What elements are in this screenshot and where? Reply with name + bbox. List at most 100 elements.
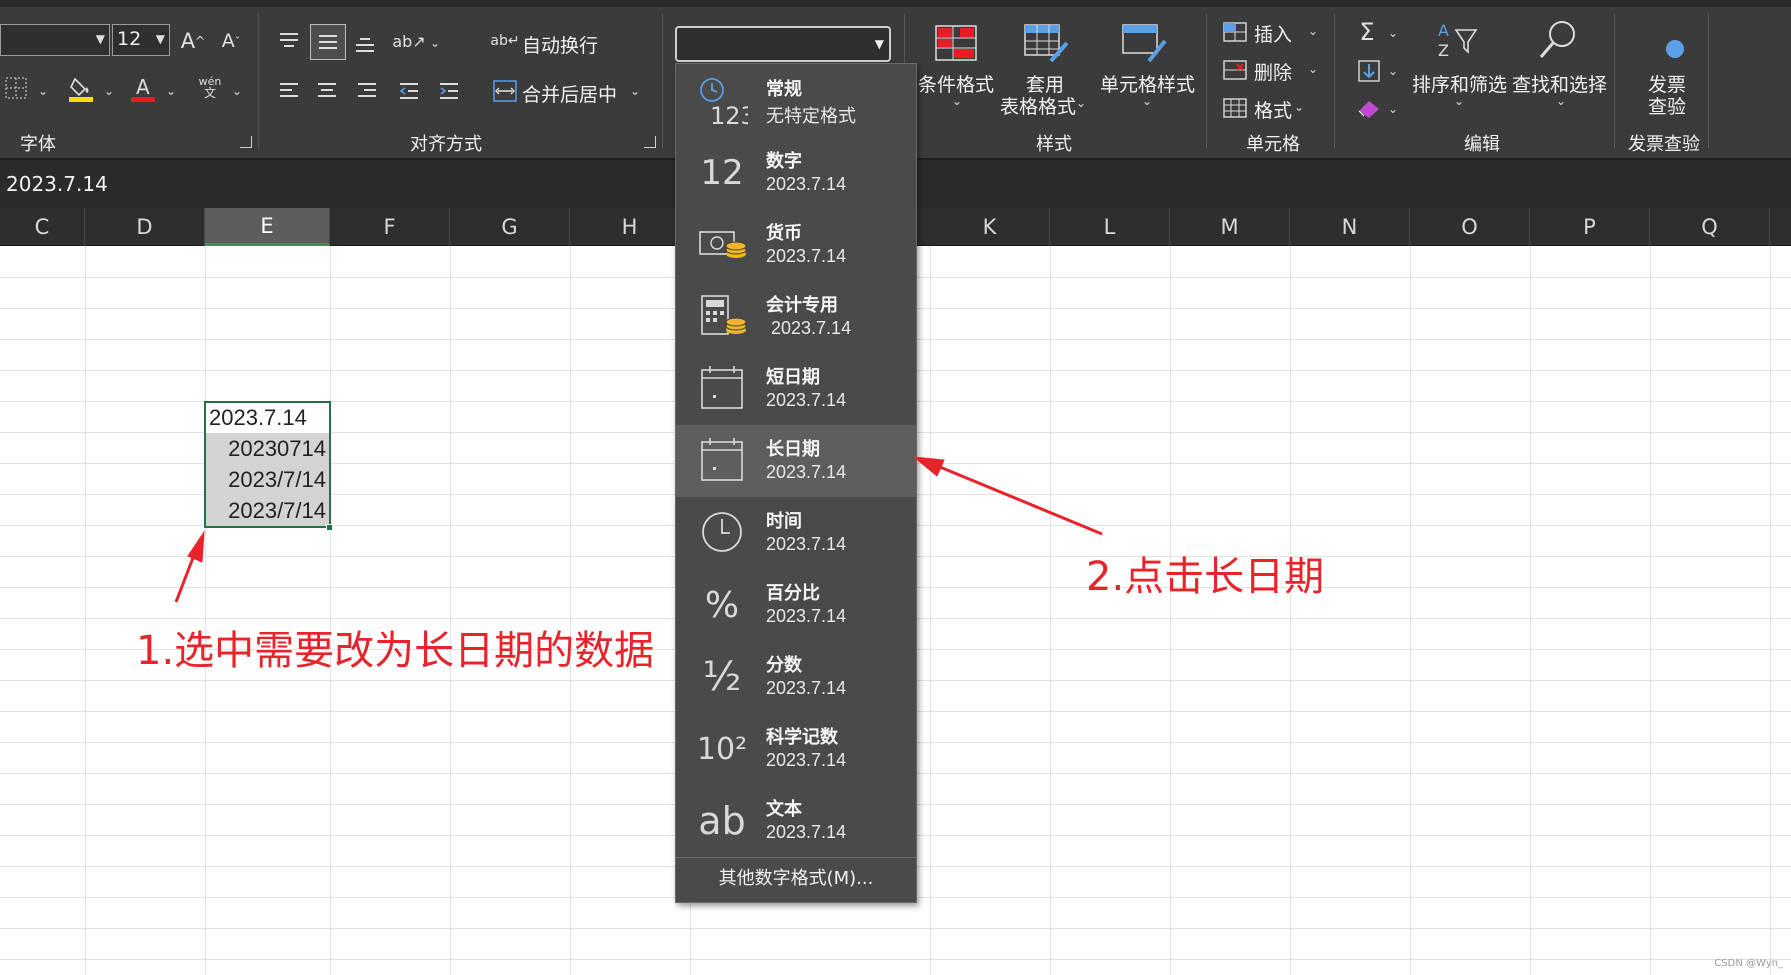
format-item-name: 会计专用	[766, 295, 838, 316]
align-middle-icon[interactable]	[310, 24, 346, 60]
chevron-down-icon: ▼	[874, 37, 884, 51]
delete-cells-icon[interactable]	[1222, 58, 1248, 82]
column-header[interactable]: K	[930, 208, 1050, 246]
insert-label[interactable]: 插入	[1254, 20, 1292, 47]
format-as-table-label-2[interactable]: 表格格式	[1000, 92, 1076, 119]
chevron-down-icon[interactable]: ⌄	[1388, 102, 1398, 116]
chevron-down-icon[interactable]: ⌄	[38, 84, 48, 98]
clear-icon[interactable]	[1356, 96, 1382, 122]
column-header[interactable]: O	[1410, 208, 1530, 246]
format-item-scientific[interactable]: 10² 科学记数 2023.7.14	[676, 713, 916, 785]
format-item-number[interactable]: 12 数字 2023.7.14	[676, 137, 916, 209]
format-item-short-date[interactable]: 短日期 2023.7.14	[676, 353, 916, 425]
chevron-down-icon[interactable]: ⌄	[1388, 64, 1398, 78]
format-label[interactable]: 格式	[1254, 96, 1292, 123]
chevron-down-icon[interactable]: ⌄	[1454, 94, 1464, 108]
increase-indent-icon[interactable]	[436, 78, 462, 104]
find-select-icon[interactable]	[1536, 18, 1580, 62]
sort-filter-label[interactable]: 排序和筛选	[1412, 70, 1507, 97]
borders-icon[interactable]	[4, 76, 28, 100]
grow-font-icon[interactable]: A ^	[178, 26, 208, 56]
chevron-down-icon[interactable]: ⌄	[1556, 94, 1566, 108]
more-number-formats-item[interactable]: 其他数字格式(M)...	[676, 864, 916, 890]
format-item-time[interactable]: 时间 2023.7.14	[676, 497, 916, 569]
align-bottom-icon[interactable]	[352, 30, 378, 56]
alignment-dialog-launcher-icon[interactable]	[644, 136, 656, 148]
column-header[interactable]: N	[1290, 208, 1410, 246]
fill-down-icon[interactable]	[1356, 58, 1382, 84]
invoice-check-label-2[interactable]: 查验	[1648, 92, 1686, 119]
insert-cells-icon[interactable]	[1222, 20, 1248, 44]
chevron-down-icon[interactable]: ⌄	[430, 36, 440, 50]
font-size-dropdown[interactable]: 12 ▼	[112, 24, 170, 56]
find-select-label[interactable]: 查找和选择	[1512, 70, 1607, 97]
number-format-combobox[interactable]: ▼	[675, 26, 891, 62]
chevron-down-icon[interactable]: ⌄	[1076, 96, 1086, 110]
chevron-down-icon[interactable]: ⌄	[232, 84, 242, 98]
align-right-icon[interactable]	[354, 78, 380, 104]
chevron-down-icon[interactable]: ⌄	[1388, 26, 1398, 40]
divider	[1206, 14, 1207, 148]
chevron-down-icon[interactable]: ⌄	[1308, 62, 1318, 76]
format-item-fraction[interactable]: ½ 分数 2023.7.14	[676, 641, 916, 713]
column-header[interactable]: F	[330, 208, 450, 246]
align-left-icon[interactable]	[276, 78, 302, 104]
chevron-down-icon[interactable]: ⌄	[104, 84, 114, 98]
number-icon: 12	[700, 153, 744, 193]
conditional-format-icon[interactable]	[932, 22, 980, 64]
cell-styles-label[interactable]: 单元格样式	[1100, 70, 1195, 97]
orientation-icon[interactable]: ab↗	[392, 26, 425, 56]
format-item-accounting[interactable]: 会计专用 2023.7.14	[676, 281, 916, 353]
menu-divider	[676, 857, 916, 858]
format-as-table-icon[interactable]	[1022, 22, 1070, 64]
gridline	[330, 246, 331, 975]
group-label-invoice: 发票查验	[1628, 134, 1700, 155]
column-header[interactable]: G	[450, 208, 570, 246]
column-header-active[interactable]: E	[205, 208, 330, 246]
column-header[interactable]: C	[0, 208, 85, 246]
fill-handle[interactable]	[326, 524, 333, 531]
column-header[interactable]: Q	[1650, 208, 1770, 246]
delete-label[interactable]: 删除	[1254, 58, 1292, 85]
format-item-long-date[interactable]: 长日期 2023.7.14	[676, 425, 916, 497]
font-color-icon[interactable]: A	[130, 74, 158, 104]
wrap-text-label[interactable]: 自动换行	[522, 31, 598, 58]
fill-color-icon[interactable]	[68, 74, 96, 104]
chevron-down-icon[interactable]: ⌄	[166, 84, 176, 98]
format-item-currency[interactable]: 货币 2023.7.14	[676, 209, 916, 281]
chevron-down-icon[interactable]: ⌄	[1142, 94, 1152, 108]
autosum-icon[interactable]: Σ	[1354, 18, 1380, 46]
chevron-down-icon[interactable]: ⌄	[630, 84, 640, 98]
merge-center-icon[interactable]	[492, 78, 518, 104]
gridline	[570, 246, 571, 975]
format-item-sample: 2023.7.14	[766, 750, 847, 770]
cell-styles-icon[interactable]	[1120, 22, 1168, 64]
chevron-down-icon[interactable]: ⌄	[952, 94, 962, 108]
align-center-icon[interactable]	[314, 78, 340, 104]
font-name-dropdown[interactable]: ▼	[0, 24, 110, 56]
column-header[interactable]: M	[1170, 208, 1290, 246]
shrink-font-icon[interactable]: Aˇ	[216, 26, 246, 56]
column-header[interactable]: D	[85, 208, 205, 246]
chevron-down-icon[interactable]: ⌄	[1308, 24, 1318, 38]
formula-bar-value[interactable]: 2023.7.14	[6, 172, 108, 196]
sort-filter-icon[interactable]: AZ	[1436, 18, 1480, 62]
font-dialog-launcher-icon[interactable]	[240, 136, 252, 148]
format-item-general[interactable]: 123 常规 无特定格式	[676, 65, 916, 137]
merge-center-label[interactable]: 合并后居中	[522, 80, 617, 107]
column-header[interactable]: P	[1530, 208, 1650, 246]
conditional-format-label[interactable]: 条件格式	[918, 70, 994, 97]
format-item-text[interactable]: ab 文本 2023.7.14	[676, 785, 916, 857]
align-top-icon[interactable]	[276, 28, 302, 54]
gridline	[930, 246, 931, 975]
chevron-down-icon[interactable]: ⌄	[1294, 100, 1304, 114]
wrap-text-icon[interactable]: ab↵	[490, 28, 519, 54]
format-cells-icon[interactable]	[1222, 96, 1248, 120]
format-item-percent[interactable]: % 百分比 2023.7.14	[676, 569, 916, 641]
decrease-indent-icon[interactable]	[396, 78, 422, 104]
format-item-name: 长日期	[766, 439, 820, 460]
invoice-check-icon[interactable]	[1666, 40, 1684, 58]
phonetic-guide-icon[interactable]: wén 文	[196, 76, 224, 104]
column-header[interactable]: L	[1050, 208, 1170, 246]
column-header[interactable]: H	[570, 208, 690, 246]
